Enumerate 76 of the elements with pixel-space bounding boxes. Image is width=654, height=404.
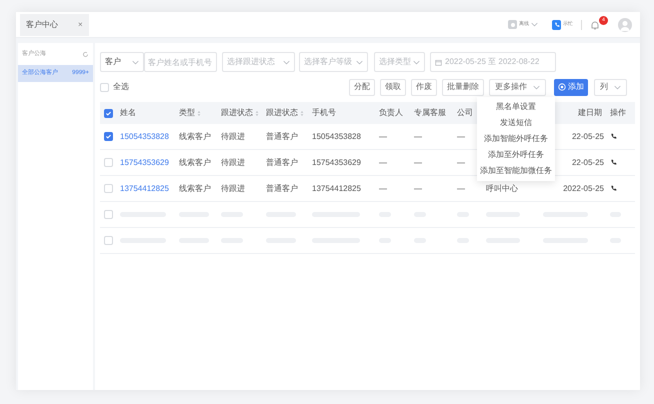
tab[interactable]: 客户中心 × bbox=[20, 14, 89, 36]
checkbox[interactable] bbox=[104, 108, 113, 118]
caret-icon bbox=[531, 22, 538, 27]
table-cell: 待跟进 bbox=[221, 132, 245, 140]
caret-icon bbox=[413, 60, 420, 64]
table-cell: 普通客户 bbox=[266, 158, 298, 166]
table-cell: 22-05-25 bbox=[572, 158, 604, 166]
tab-label: 客户中心 bbox=[26, 18, 58, 30]
menu-item[interactable]: 添加至外呼任务 bbox=[477, 146, 555, 162]
table-cell: — bbox=[379, 132, 387, 140]
column-header[interactable]: 操作 bbox=[610, 107, 626, 119]
plus-circle-icon bbox=[558, 83, 566, 91]
menu-item[interactable]: 添加至智能加微任务 bbox=[477, 162, 555, 178]
caret-icon bbox=[132, 60, 139, 64]
table-cell: 线索客户 bbox=[179, 158, 211, 166]
customer-link[interactable]: 15754353629 bbox=[120, 158, 169, 166]
table-cell: 15054353828 bbox=[312, 132, 361, 140]
caret-icon bbox=[614, 84, 621, 90]
select-all-label[interactable]: 全选 bbox=[113, 81, 129, 93]
table-cell: 线索客户 bbox=[179, 184, 211, 192]
toolbar-button[interactable]: 批量删除 bbox=[442, 78, 484, 96]
table-cell: — bbox=[457, 158, 465, 166]
menu-item[interactable]: 黑名单设置 bbox=[477, 98, 555, 114]
column-header[interactable]: 建日期 bbox=[578, 107, 602, 119]
caret-icon bbox=[533, 84, 540, 90]
table-cell: 呼叫中心 bbox=[486, 184, 518, 192]
table-cell: — bbox=[457, 184, 465, 192]
menu-item[interactable]: 添加智能外呼任务 bbox=[477, 130, 555, 146]
column-header[interactable]: 负责人 bbox=[379, 107, 403, 119]
table-cell: 2022-05-25 bbox=[563, 184, 604, 192]
sort-icon[interactable] bbox=[255, 110, 259, 116]
column-header[interactable]: 专属客服 bbox=[414, 107, 446, 119]
toolbar-button[interactable]: 作废 bbox=[411, 78, 437, 96]
checkbox[interactable] bbox=[104, 132, 113, 141]
sort-icon[interactable] bbox=[197, 110, 201, 116]
status-icon bbox=[508, 20, 517, 29]
table-cell: 待跟进 bbox=[221, 158, 245, 166]
menu-item[interactable]: 发送短信 bbox=[477, 114, 555, 130]
table-cell: — bbox=[414, 158, 422, 166]
scope-select[interactable]: 客户 bbox=[100, 52, 144, 72]
column-header[interactable]: 姓名 bbox=[120, 107, 136, 119]
phone-icon[interactable] bbox=[610, 159, 617, 166]
add-button[interactable]: 添加 bbox=[554, 78, 588, 96]
table-cell: 普通客户 bbox=[266, 184, 298, 192]
toolbar-button[interactable]: 分配 bbox=[349, 78, 375, 96]
column-header[interactable]: 跟进状态 bbox=[266, 107, 298, 119]
sort-icon[interactable] bbox=[300, 110, 304, 116]
column-header[interactable]: 类型 bbox=[179, 107, 195, 119]
phone-icon[interactable] bbox=[610, 133, 617, 140]
column-header[interactable]: 公司 bbox=[457, 107, 473, 119]
table-cell: — bbox=[414, 132, 422, 140]
column-header[interactable]: 跟进状态 bbox=[221, 107, 253, 119]
refresh-icon[interactable] bbox=[82, 50, 89, 58]
customer-link[interactable]: 15054353828 bbox=[120, 132, 169, 140]
table-cell: 15754353629 bbox=[312, 158, 361, 166]
table-cell: — bbox=[379, 158, 387, 166]
dropdown-button[interactable]: 更多操作 bbox=[489, 78, 546, 96]
avatar-icon[interactable] bbox=[618, 18, 632, 32]
caret-icon bbox=[283, 60, 290, 64]
table-cell: 22-05-25 bbox=[572, 132, 604, 140]
table-cell: — bbox=[414, 184, 422, 192]
table-cell: — bbox=[379, 184, 387, 192]
table-cell: 线索客户 bbox=[179, 132, 211, 140]
table-cell: 13754412825 bbox=[312, 184, 361, 192]
phone-icon[interactable] bbox=[610, 185, 617, 192]
calendar-icon bbox=[435, 58, 442, 66]
column-header[interactable]: 手机号 bbox=[312, 107, 336, 119]
search-field[interactable]: 客户姓名或手机号 bbox=[144, 52, 217, 72]
table-cell: 普通客户 bbox=[266, 132, 298, 140]
toolbar-button[interactable]: 领取 bbox=[380, 78, 406, 96]
customer-link[interactable]: 13754412825 bbox=[120, 184, 169, 192]
table-cell: 待跟进 bbox=[221, 184, 245, 192]
caret-icon bbox=[356, 60, 363, 64]
dropdown-button[interactable]: 列 bbox=[594, 78, 627, 96]
table-cell: — bbox=[457, 132, 465, 140]
bell-icon[interactable] bbox=[590, 20, 600, 30]
